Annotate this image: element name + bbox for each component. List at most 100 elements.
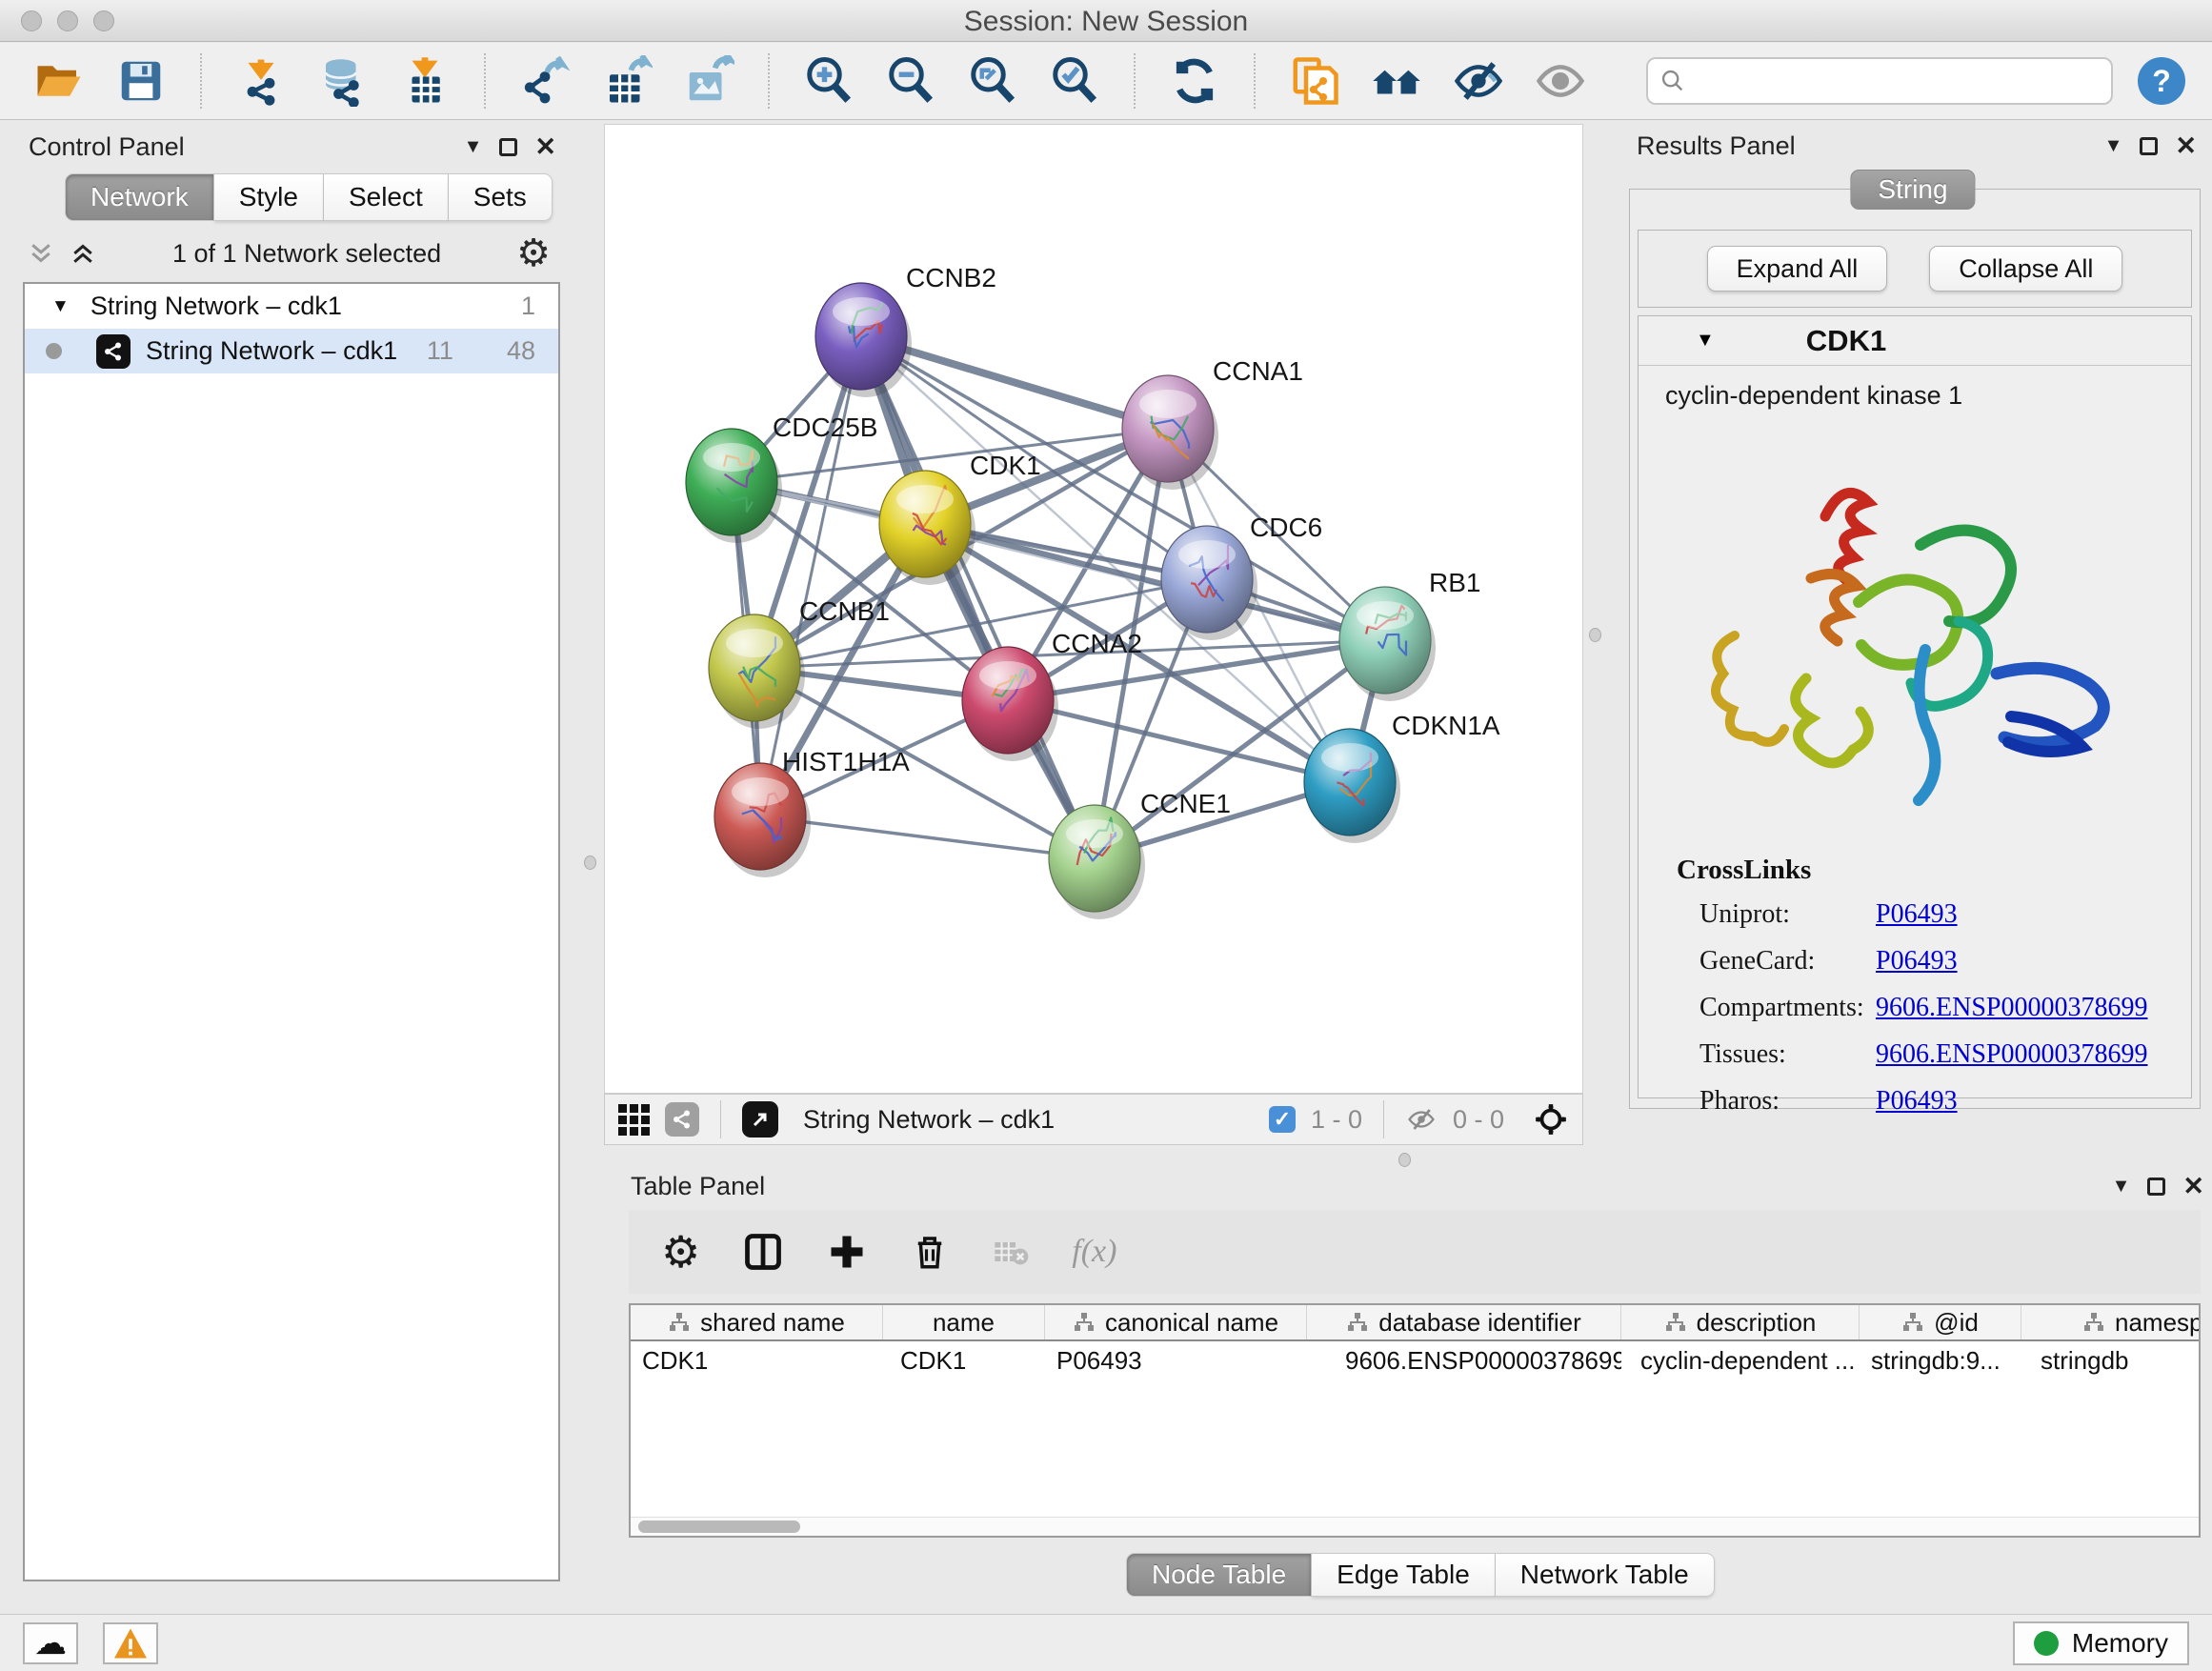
table-header-row: shared name name canonical name database…: [631, 1305, 2199, 1341]
pan-crosshair-icon[interactable]: [1533, 1101, 1569, 1137]
column-header[interactable]: database identifier: [1307, 1305, 1621, 1339]
node-label-CCNB2: CCNB2: [906, 263, 996, 292]
import-network-file-icon[interactable]: [234, 54, 288, 108]
search-input[interactable]: [1686, 67, 2086, 96]
toolbar-separator: [1254, 53, 1256, 109]
crosslink-label: GeneCard:: [1699, 946, 1876, 976]
collapse-panel-icon[interactable]: ▼: [2112, 1176, 2131, 1198]
tab-node-table[interactable]: Node Table: [1126, 1553, 1312, 1597]
node-label-CDK1: CDK1: [970, 451, 1041, 480]
new-network-from-selection-icon[interactable]: [1288, 54, 1341, 108]
delete-table-icon[interactable]: [992, 1233, 1030, 1271]
tab-sets[interactable]: Sets: [449, 173, 553, 221]
compartments-link[interactable]: 9606.ENSP00000378699: [1876, 993, 2147, 1023]
collection-label: String Network – cdk1: [90, 292, 521, 321]
expand-all-button[interactable]: Expand All: [1707, 246, 1888, 292]
uniprot-link[interactable]: P06493: [1876, 899, 1958, 930]
function-builder-icon[interactable]: f(x): [1072, 1234, 1116, 1270]
export-table-icon[interactable]: [600, 54, 654, 108]
left-splitter-handle[interactable]: [584, 856, 596, 870]
network-status-dot: [46, 343, 62, 359]
selected-checkbox-icon[interactable]: ✓: [1269, 1106, 1296, 1133]
collapse-panel-icon[interactable]: ▼: [464, 136, 483, 158]
memory-button[interactable]: Memory: [2013, 1621, 2189, 1665]
close-panel-icon[interactable]: ✕: [2175, 133, 2197, 159]
close-panel-icon[interactable]: ✕: [2182, 1174, 2204, 1199]
collapse-panel-icon[interactable]: ▼: [2104, 135, 2123, 157]
gene-entry-header[interactable]: ▼ CDK1: [1639, 316, 2191, 366]
open-session-icon[interactable]: [32, 54, 86, 108]
tab-string[interactable]: String: [1850, 170, 1975, 210]
right-splitter-handle[interactable]: [1589, 628, 1601, 642]
collapse-entry-icon[interactable]: ▼: [1696, 330, 1715, 352]
zoom-selected-icon[interactable]: [1048, 54, 1101, 108]
genecard-link[interactable]: P06493: [1876, 946, 1958, 976]
import-table-file-icon[interactable]: [398, 54, 452, 108]
collapse-all-button[interactable]: Collapse All: [1929, 246, 2122, 292]
column-header[interactable]: shared name: [631, 1305, 883, 1339]
warnings-button[interactable]: [103, 1622, 158, 1664]
tab-network[interactable]: Network: [65, 173, 214, 221]
tissues-link[interactable]: 9606.ENSP00000378699: [1876, 1039, 2147, 1070]
horizontal-splitter-handle[interactable]: [1398, 1153, 1411, 1167]
memory-label: Memory: [2072, 1628, 2168, 1659]
birdseye-view-icon[interactable]: [742, 1101, 778, 1137]
node-label-CDKN1A: CDKN1A: [1392, 711, 1500, 740]
table-toolbar: ⚙ f(x): [629, 1210, 2201, 1294]
zoom-in-icon[interactable]: [802, 54, 855, 108]
zoom-out-icon[interactable]: [884, 54, 937, 108]
float-panel-icon[interactable]: [499, 138, 517, 156]
network-label: String Network – cdk1: [146, 336, 427, 366]
column-header[interactable]: namespace: [2021, 1305, 2201, 1339]
pharos-link[interactable]: P06493: [1876, 1086, 1958, 1117]
save-session-icon[interactable]: [114, 54, 168, 108]
expand-all-icon[interactable]: [69, 239, 97, 268]
export-image-icon[interactable]: [682, 54, 735, 108]
zoom-fit-icon[interactable]: [966, 54, 1019, 108]
import-network-database-icon[interactable]: [316, 54, 370, 108]
table-panel: Table Panel ▼ ✕ ⚙ f(x) shared name name: [617, 1168, 2212, 1608]
column-header[interactable]: description: [1621, 1305, 1860, 1339]
tab-network-table[interactable]: Network Table: [1496, 1553, 1715, 1597]
hide-selected-icon[interactable]: [1452, 54, 1505, 108]
results-panel-title: Results Panel: [1637, 131, 1796, 161]
network-canvas[interactable]: CCNB2CCNA1CDC25BCDK1CDC6RB1CCNB1CCNA2CDK…: [605, 125, 1582, 1093]
tab-style[interactable]: Style: [214, 173, 324, 221]
refresh-icon[interactable]: [1168, 54, 1221, 108]
crosslink-row: Compartments: 9606.ENSP00000378699: [1677, 993, 2172, 1023]
export-network-icon[interactable]: [518, 54, 572, 108]
help-button[interactable]: ?: [2138, 57, 2185, 105]
tab-edge-table[interactable]: Edge Table: [1312, 1553, 1496, 1597]
column-header[interactable]: @id: [1860, 1305, 2021, 1339]
column-header[interactable]: name: [883, 1305, 1045, 1339]
delete-column-icon[interactable]: [910, 1231, 950, 1273]
crosslink-row: Tissues: 9606.ENSP00000378699: [1677, 1039, 2172, 1070]
show-columns-icon[interactable]: [742, 1231, 784, 1273]
first-neighbors-icon[interactable]: [1370, 54, 1423, 108]
string-view-icon[interactable]: [665, 1102, 699, 1137]
network-collection-row[interactable]: ▼ String Network – cdk1 1: [25, 284, 558, 329]
network-view[interactable]: CCNB2CCNA1CDC25BCDK1CDC6RB1CCNB1CCNA2CDK…: [604, 124, 1583, 1094]
float-panel-icon[interactable]: [2140, 137, 2158, 155]
gene-entry-cdk1: ▼ CDK1 cyclin-dependent kinase 1: [1638, 315, 2192, 1098]
hidden-count: 0 - 0: [1453, 1105, 1504, 1135]
show-all-icon[interactable]: [1534, 54, 1587, 108]
table-row[interactable]: CDK1 CDK1 P06493 9606.ENSP00000378699 cy…: [631, 1341, 2199, 1379]
collection-count: 1: [521, 292, 535, 321]
network-options-gear-icon[interactable]: ⚙: [516, 234, 551, 272]
cloud-button[interactable]: ☁: [23, 1622, 78, 1664]
add-column-icon[interactable]: [826, 1231, 868, 1273]
scrollbar-thumb[interactable]: [638, 1520, 800, 1533]
grid-view-icon[interactable]: [618, 1104, 650, 1136]
float-panel-icon[interactable]: [2147, 1178, 2165, 1196]
close-panel-icon[interactable]: ✕: [534, 134, 556, 160]
collapse-all-icon[interactable]: [27, 239, 55, 268]
edge-count: 48: [507, 336, 535, 366]
column-header[interactable]: canonical name: [1045, 1305, 1307, 1339]
network-row-selected[interactable]: String Network – cdk1 11 48: [25, 329, 558, 373]
horizontal-scrollbar[interactable]: [631, 1517, 2199, 1536]
table-options-gear-icon[interactable]: ⚙: [661, 1226, 700, 1278]
tree-expand-icon[interactable]: ▼: [51, 296, 70, 317]
string-results-body: Expand All Collapse All ▼ CDK1 cyclin-de…: [1629, 189, 2201, 1109]
tab-select[interactable]: Select: [324, 173, 449, 221]
